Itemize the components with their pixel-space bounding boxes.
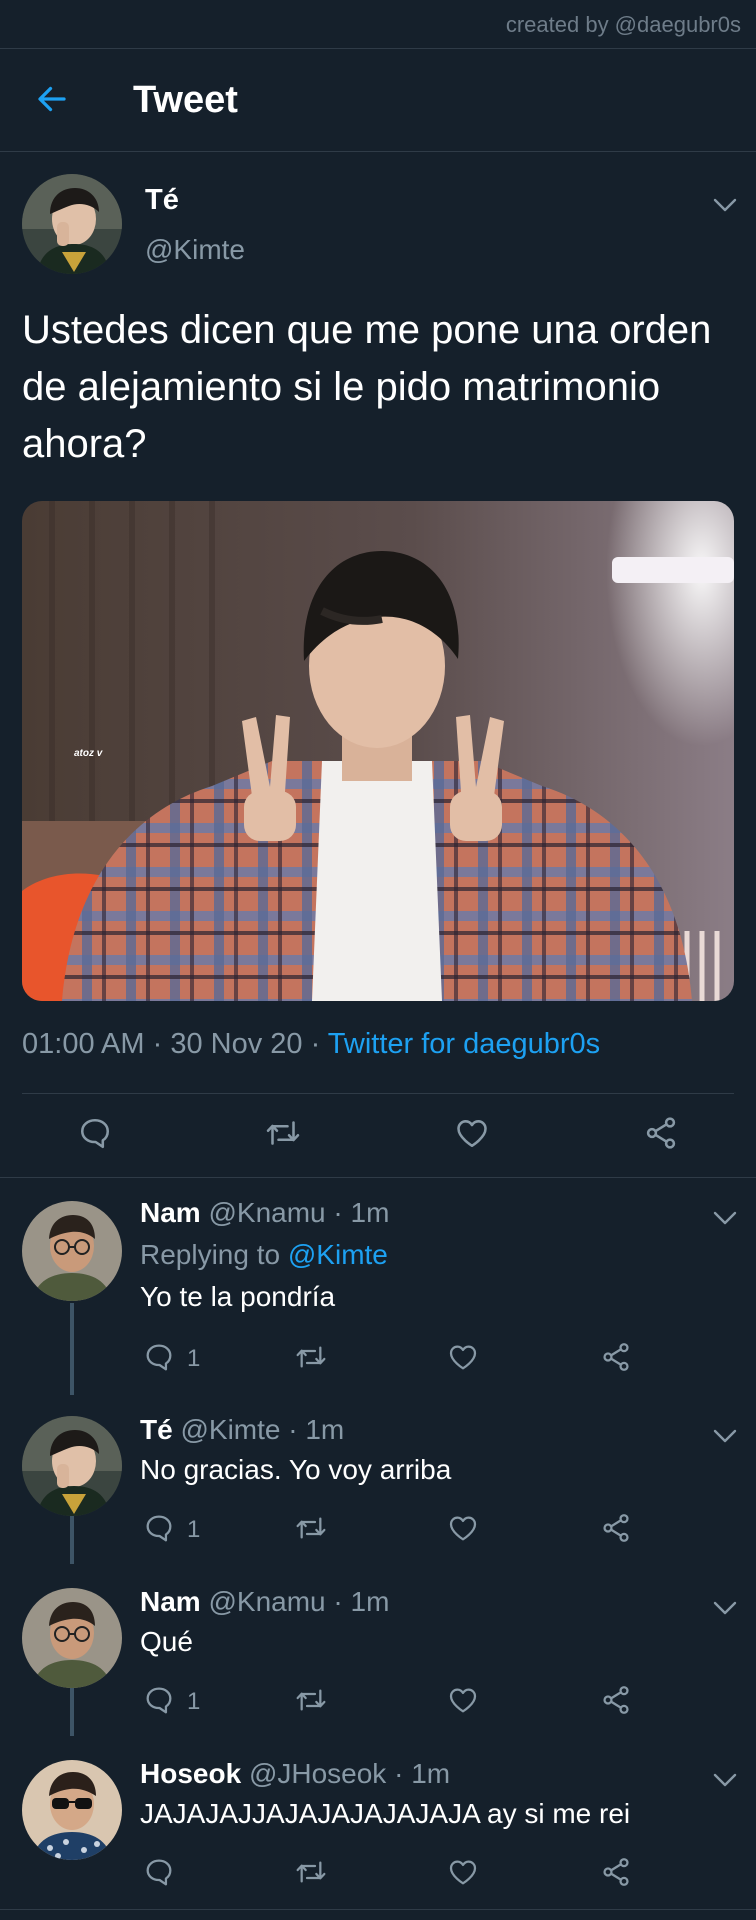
mention-link[interactable]: @Kimte: [288, 1239, 388, 1270]
like-button[interactable]: [447, 1856, 479, 1888]
like-button[interactable]: [454, 1115, 490, 1151]
retweet-icon: [265, 1115, 301, 1151]
retweet-button[interactable]: [295, 1684, 327, 1716]
tweet-source-link[interactable]: Twitter for daegubr0s: [328, 1028, 600, 1060]
reply-author-name[interactable]: Hoseok: [140, 1758, 241, 1789]
reply-button[interactable]: [143, 1856, 175, 1888]
replying-to: Replying to @Kimte: [140, 1239, 388, 1270]
speech-bubble-icon: [143, 1856, 175, 1888]
reply-author-handle[interactable]: @JHoseok: [249, 1758, 386, 1789]
tweet-meta: 01:00 AM · 30 Nov 20 · Twitter for daegu…: [22, 1028, 601, 1060]
tweet-photo[interactable]: atoz v: [22, 501, 734, 1001]
reply-count: 1: [187, 1688, 201, 1715]
like-button[interactable]: [447, 1512, 479, 1544]
reply-header: Nam @Knamu · 1m: [140, 1197, 390, 1228]
speech-bubble-icon: [77, 1115, 113, 1151]
reply-button[interactable]: [143, 1341, 175, 1373]
chevron-down-icon[interactable]: [712, 1772, 738, 1788]
thread-connector: [70, 1516, 74, 1564]
reply-text: Yo te la pondría: [140, 1281, 336, 1312]
heart-icon: [447, 1512, 479, 1544]
divider: [0, 1909, 756, 1910]
reply-text: JAJAJAJJAJAJAJAJAJAJA ay si me rei: [140, 1798, 631, 1829]
chevron-down-icon[interactable]: [712, 197, 738, 213]
share-button[interactable]: [600, 1512, 632, 1544]
avatar[interactable]: [22, 1416, 122, 1516]
chevron-down-icon[interactable]: [712, 1600, 738, 1616]
retweet-icon: [295, 1856, 327, 1888]
reply-header: Té @Kimte · 1m: [140, 1414, 345, 1445]
avatar[interactable]: [22, 1588, 122, 1688]
reply-author-name[interactable]: Nam: [140, 1586, 201, 1617]
author-handle[interactable]: @Kimte: [145, 234, 245, 266]
reply-text: Qué: [140, 1626, 193, 1657]
retweet-button[interactable]: [295, 1512, 327, 1544]
reply-author-handle[interactable]: @Kimte: [180, 1414, 280, 1445]
share-icon: [600, 1341, 632, 1373]
reply-time: 1m: [350, 1197, 390, 1228]
reply-author-name[interactable]: Nam: [140, 1197, 201, 1228]
avatar[interactable]: [22, 1760, 122, 1860]
reply-time: 1m: [350, 1586, 390, 1617]
retweet-button[interactable]: [265, 1115, 301, 1151]
top-bar: Tweet: [0, 49, 756, 152]
reply-time: 1m: [411, 1758, 451, 1789]
replies-thread: Nam @Knamu · 1m Replying to @Kimte Yo te…: [0, 1178, 756, 1920]
tweet-time: 01:00 AM: [22, 1028, 145, 1060]
avatar[interactable]: [22, 1201, 122, 1301]
share-icon: [643, 1115, 679, 1151]
main-tweet: Té @Kimte Ustedes dicen que me pone una …: [0, 152, 756, 1182]
heart-icon: [447, 1856, 479, 1888]
chevron-down-icon[interactable]: [712, 1428, 738, 1444]
retweet-icon: [295, 1684, 327, 1716]
thread-connector: [70, 1303, 74, 1395]
share-button[interactable]: [600, 1341, 632, 1373]
reply-author-name[interactable]: Té: [140, 1414, 173, 1445]
credit-text: created by @daegubr0s: [505, 12, 741, 37]
reply-time: 1m: [305, 1414, 345, 1445]
reply-count: 1: [187, 1516, 201, 1543]
reply-count: 1: [187, 1345, 201, 1372]
heart-icon: [454, 1115, 490, 1151]
speech-bubble-icon: [143, 1684, 175, 1716]
avatar[interactable]: [22, 174, 122, 274]
thread-connector: [70, 1688, 74, 1736]
reply-button[interactable]: [143, 1684, 175, 1716]
speech-bubble-icon: [143, 1512, 175, 1544]
retweet-icon: [295, 1341, 327, 1373]
reply-button[interactable]: [77, 1115, 113, 1151]
divider: [22, 1093, 734, 1094]
share-button[interactable]: [643, 1115, 679, 1151]
retweet-button[interactable]: [295, 1341, 327, 1373]
reply-author-handle[interactable]: @Knamu: [208, 1197, 325, 1228]
share-button[interactable]: [600, 1684, 632, 1716]
author-name[interactable]: Té: [145, 184, 179, 217]
chevron-down-icon[interactable]: [712, 1210, 738, 1226]
share-icon: [600, 1856, 632, 1888]
share-icon: [600, 1684, 632, 1716]
tweet-text: Ustedes dicen que me pone una orden de a…: [22, 308, 712, 466]
tweet-date: 30 Nov 20: [170, 1028, 303, 1060]
reply-button[interactable]: [143, 1512, 175, 1544]
reply-header: Hoseok @JHoseok · 1m: [140, 1758, 451, 1789]
reply-text: No gracias. Yo voy arriba: [140, 1454, 452, 1485]
retweet-button[interactable]: [295, 1856, 327, 1888]
photo-watermark: atoz v: [74, 748, 103, 759]
reply-header: Nam @Knamu · 1m: [140, 1586, 390, 1617]
heart-icon: [447, 1341, 479, 1373]
page-title: Tweet: [133, 79, 238, 121]
retweet-icon: [295, 1512, 327, 1544]
reply-author-handle[interactable]: @Knamu: [208, 1586, 325, 1617]
share-button[interactable]: [600, 1856, 632, 1888]
credit-bar: created by @daegubr0s: [0, 0, 756, 49]
arrow-left-icon[interactable]: [34, 81, 70, 117]
like-button[interactable]: [447, 1341, 479, 1373]
share-icon: [600, 1512, 632, 1544]
speech-bubble-icon: [143, 1341, 175, 1373]
like-button[interactable]: [447, 1684, 479, 1716]
heart-icon: [447, 1684, 479, 1716]
